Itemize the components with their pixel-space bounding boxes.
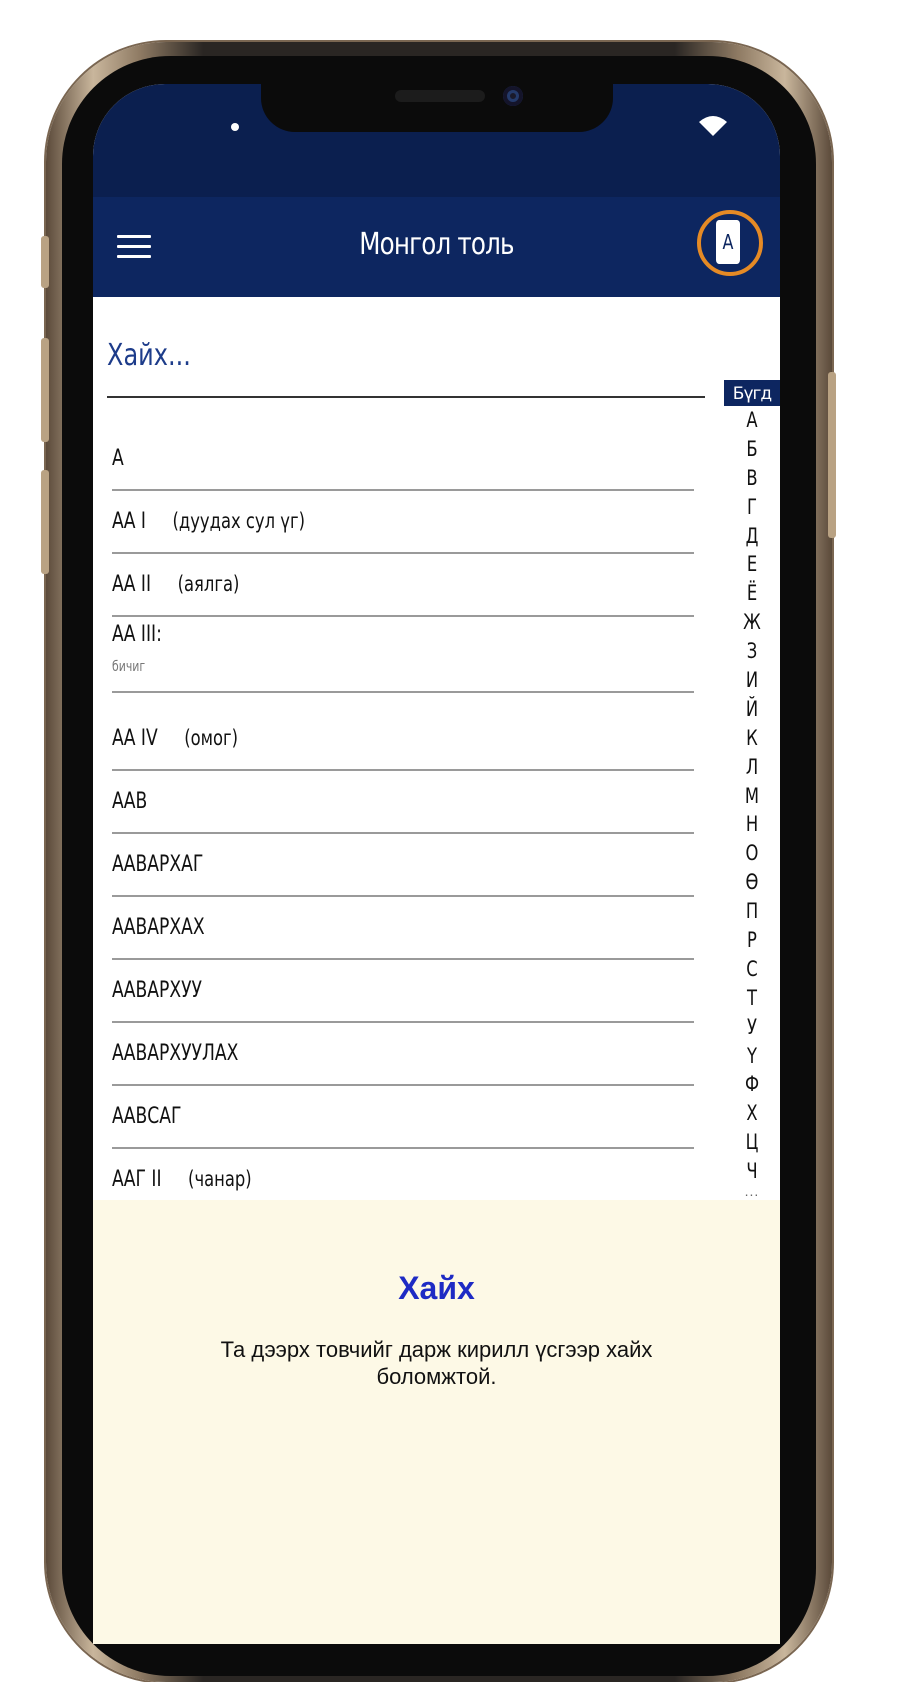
- index-letter[interactable]: Ж: [730, 608, 774, 637]
- silent-switch: [41, 236, 49, 288]
- index-letter[interactable]: Е: [730, 550, 774, 579]
- index-letter[interactable]: Х: [730, 1099, 774, 1128]
- word-note: (омог): [184, 726, 239, 750]
- app-screen: Монгол толь А Бүгд АБВГДЕЁЖЗИЙКЛМНОӨПРСТ…: [93, 84, 780, 1644]
- word-list-item[interactable]: ААВАРХУУЛАХ: [112, 1023, 694, 1086]
- word-row: ААВАРХУУ: [112, 978, 202, 1003]
- index-letter[interactable]: Й: [730, 695, 774, 724]
- app-title: Монгол толь: [359, 227, 514, 262]
- index-letter[interactable]: Ө: [730, 868, 774, 897]
- word-list-item[interactable]: А: [112, 402, 694, 491]
- volume-up-button: [41, 338, 49, 442]
- front-camera: [503, 86, 523, 106]
- word-row: АА III:: [112, 622, 162, 647]
- alphabet-index: Бүгд АБВГДЕЁЖЗИЙКЛМНОӨПРСТУҮФХЦЧ ...: [724, 380, 780, 1200]
- index-letter[interactable]: Ч: [730, 1157, 774, 1186]
- word-note: (дуудах сул үг): [172, 509, 305, 533]
- index-letter[interactable]: Л: [730, 753, 774, 782]
- index-letter[interactable]: Ц: [730, 1128, 774, 1157]
- menu-line: [117, 235, 151, 238]
- info-panel: Хайх Та дээрх товчийг дарж кирилл үсгээр…: [93, 1200, 780, 1644]
- word-headword: АА II: [112, 572, 152, 597]
- index-letter[interactable]: Н: [730, 810, 774, 839]
- index-letter[interactable]: И: [730, 666, 774, 695]
- index-letter[interactable]: Ү: [730, 1042, 774, 1071]
- word-row: АА I (дуудах сул үг): [112, 509, 305, 534]
- index-letter[interactable]: Т: [730, 984, 774, 1013]
- word-row: ААВАРХУУЛАХ: [112, 1041, 238, 1066]
- index-letter[interactable]: Р: [730, 926, 774, 955]
- index-letter[interactable]: П: [730, 897, 774, 926]
- alphabet-search-button[interactable]: А: [716, 220, 740, 264]
- word-row: АА II (аялга): [112, 572, 239, 597]
- index-letter[interactable]: Д: [730, 522, 774, 551]
- word-list-item[interactable]: ААВАРХАХ: [112, 897, 694, 960]
- word-headword: ААВАРХУУЛАХ: [112, 1041, 239, 1066]
- index-all-button[interactable]: Бүгд: [724, 380, 780, 406]
- word-note: (чанар): [188, 1167, 252, 1191]
- index-letter[interactable]: З: [730, 637, 774, 666]
- index-letter[interactable]: А: [730, 406, 774, 435]
- menu-icon[interactable]: [117, 235, 151, 261]
- index-letter[interactable]: Б: [730, 435, 774, 464]
- index-letter[interactable]: О: [730, 839, 774, 868]
- word-list: А АА I (дуудах сул үг) АА II (аялга) АА III: б…: [112, 402, 694, 1200]
- word-headword: ААВАРХАГ: [112, 852, 204, 877]
- index-letter[interactable]: В: [730, 464, 774, 493]
- word-row: ААГ II (чанар): [112, 1167, 252, 1192]
- index-letter[interactable]: Ф: [730, 1070, 774, 1099]
- index-letters: АБВГДЕЁЖЗИЙКЛМНОӨПРСТУҮФХЦЧ: [724, 406, 780, 1186]
- power-button: [828, 372, 836, 538]
- word-headword: ААВАРХУУ: [112, 978, 203, 1003]
- word-row: АА IV (омог): [112, 726, 238, 751]
- info-text: Та дээрх товчийг дарж кирилл үсгээр хайх…: [220, 1337, 653, 1389]
- word-list-item[interactable]: АА IV (омог): [112, 693, 694, 771]
- word-row: ААВСАГ: [112, 1104, 181, 1129]
- word-list-item[interactable]: АА II (аялга): [112, 554, 694, 617]
- word-headword: АА III:: [112, 622, 162, 647]
- index-letter[interactable]: К: [730, 724, 774, 753]
- index-letter[interactable]: Ё: [730, 579, 774, 608]
- word-note: (аялга): [177, 572, 240, 596]
- search-field: [107, 320, 705, 398]
- index-letter[interactable]: Г: [730, 493, 774, 522]
- menu-line: [117, 255, 151, 258]
- word-row: ААВАРХАГ: [112, 852, 203, 877]
- word-row: А: [112, 446, 124, 471]
- word-subtitle: бичиг: [112, 659, 146, 675]
- word-headword: АА I: [112, 509, 147, 534]
- status-bar: [93, 84, 780, 197]
- word-list-item[interactable]: ААВАРХУУ: [112, 960, 694, 1023]
- notch: [261, 84, 613, 132]
- speaker-grille: [395, 90, 485, 102]
- word-headword: ААВ: [112, 789, 148, 814]
- search-input[interactable]: [107, 320, 586, 390]
- word-list-item[interactable]: АА III: бичиг: [112, 617, 694, 693]
- index-letter[interactable]: М: [730, 782, 774, 811]
- word-headword: ААВСАГ: [112, 1104, 182, 1129]
- wifi-icon: [699, 116, 727, 136]
- index-letter[interactable]: С: [730, 955, 774, 984]
- word-headword: ААВАРХАХ: [112, 915, 205, 940]
- status-dot-icon: [231, 123, 239, 131]
- index-more: ...: [744, 1183, 760, 1200]
- word-list-item[interactable]: ААВ: [112, 771, 694, 834]
- word-headword: А: [112, 446, 124, 471]
- word-headword: ААГ II: [112, 1167, 162, 1192]
- info-title: Хайх: [398, 1270, 475, 1306]
- word-list-item[interactable]: ААВСАГ: [112, 1086, 694, 1149]
- word-row: ААВАРХАХ: [112, 915, 205, 940]
- word-list-item[interactable]: ААВАРХАГ: [112, 834, 694, 897]
- volume-down-button: [41, 470, 49, 574]
- word-headword: АА IV: [112, 726, 158, 751]
- menu-line: [117, 245, 151, 248]
- index-letter[interactable]: У: [730, 1013, 774, 1042]
- word-list-item[interactable]: ААГ II (чанар): [112, 1149, 694, 1200]
- app-bar: Монгол толь А: [93, 197, 780, 297]
- word-list-item[interactable]: АА I (дуудах сул үг): [112, 491, 694, 554]
- word-row: ААВ: [112, 789, 147, 814]
